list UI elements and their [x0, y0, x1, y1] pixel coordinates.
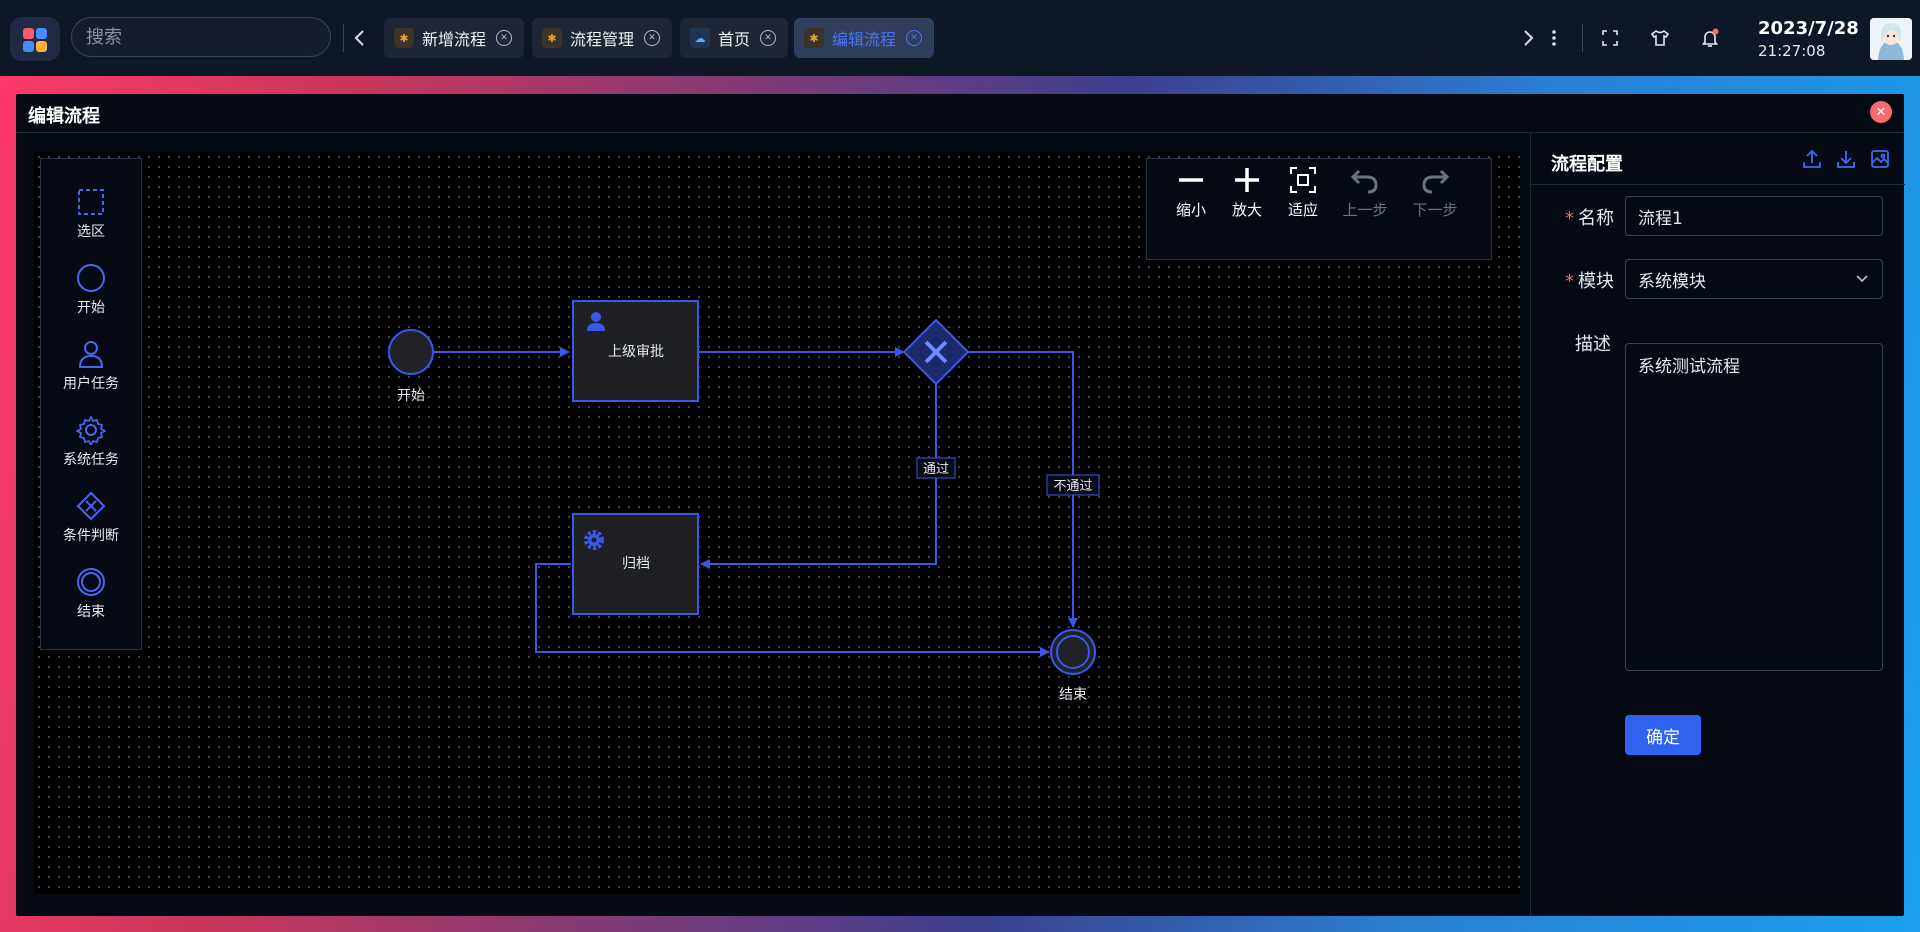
close-icon[interactable]: ✕ [760, 30, 777, 46]
app-logo[interactable] [10, 17, 60, 61]
tab-home[interactable]: ☁ 首页 ✕ [680, 18, 788, 58]
module-selected-value: 系统模块 [1638, 271, 1706, 292]
chevron-down-icon [1856, 275, 1868, 283]
download-icon[interactable] [1835, 148, 1857, 170]
divider [1531, 184, 1905, 185]
app-badge-icon: ✱ [542, 28, 562, 48]
app-badge-icon: ✱ [804, 28, 824, 48]
search-box[interactable] [71, 17, 358, 57]
tab-edit-flow[interactable]: ✱ 编辑流程 ✕ [794, 18, 934, 58]
user-task-label: 上级审批 [608, 344, 664, 360]
module-label: * 模块 [1565, 271, 1614, 292]
divider [343, 24, 344, 52]
fullscreen-button[interactable] [1596, 24, 1624, 52]
tab-new-flow[interactable]: ✱ 新增流程 ✕ [384, 18, 524, 58]
tabs-prev-button[interactable] [348, 22, 372, 54]
cloud-icon: ☁ [690, 28, 710, 48]
tab-flow-manage[interactable]: ✱ 流程管理 ✕ [532, 18, 672, 58]
dialog-close-button[interactable]: ✕ [1870, 101, 1892, 123]
fullscreen-icon [1602, 30, 1618, 46]
flow-diagram: 开始 上级审批 通过 不通过 归档 结束 [388, 300, 1100, 703]
top-bar: ✱ 新增流程 ✕ ✱ 流程管理 ✕ ☁ 首页 ✕ ✱ 编辑流程 ✕ 2023/7… [0, 0, 1920, 76]
search-input[interactable] [72, 18, 358, 56]
image-export-icon[interactable] [1869, 148, 1891, 170]
tabs-more-button[interactable] [1542, 22, 1566, 54]
tab-label: 流程管理 [570, 30, 635, 49]
close-icon[interactable]: ✕ [496, 30, 513, 46]
edit-flow-dialog: 编辑流程 ✕ 选区 开始 用户任务 系统任务 条件判断 结束 缩小 放大 适应 … [16, 94, 1905, 916]
chevron-right-icon [1524, 30, 1534, 46]
bell-icon [1701, 28, 1719, 47]
name-input[interactable]: 流程1 [1625, 196, 1883, 236]
pass-edge-label: 通过 [923, 462, 949, 477]
tab-label: 首页 [718, 30, 751, 49]
confirm-button[interactable]: 确定 [1625, 715, 1701, 755]
system-task-label: 归档 [622, 555, 650, 572]
module-select[interactable]: 系统模块 [1625, 259, 1883, 299]
notification-button[interactable] [1696, 24, 1724, 52]
divider [1582, 24, 1583, 52]
tabs-next-button[interactable] [1516, 22, 1540, 54]
app-badge-icon: ✱ [394, 28, 414, 48]
shirt-icon [1650, 30, 1670, 46]
config-title: 流程配置 [1551, 154, 1623, 175]
tab-label: 新增流程 [422, 30, 487, 49]
close-icon[interactable]: ✕ [906, 30, 923, 46]
close-icon: ✕ [1875, 104, 1887, 120]
description-textarea[interactable]: 系统测试流程 [1625, 343, 1883, 671]
start-node-label: 开始 [397, 388, 425, 404]
chevron-left-icon [354, 30, 364, 46]
upload-icon[interactable] [1801, 148, 1823, 170]
config-actions [1801, 148, 1891, 170]
start-node[interactable] [388, 329, 434, 375]
user-avatar-icon [1870, 18, 1912, 60]
reject-edge-label: 不通过 [1053, 479, 1092, 494]
current-time: 21:27:08 [1758, 42, 1826, 60]
end-node-label: 结束 [1059, 687, 1087, 703]
more-vertical-icon [1552, 30, 1556, 46]
current-date: 2023/7/28 [1758, 18, 1859, 39]
flow-config-panel: 流程配置 * 名称 流程1 * 模块 系统模块 描述 系统测试流程 确定 [1530, 132, 1905, 916]
description-label: 描述 [1575, 334, 1611, 355]
edge-gateway-pass[interactable] [700, 384, 937, 569]
close-icon[interactable]: ✕ [644, 30, 661, 46]
name-label: * 名称 [1565, 208, 1614, 229]
theme-button[interactable] [1646, 24, 1674, 52]
tab-label: 编辑流程 [832, 30, 897, 49]
avatar[interactable] [1870, 18, 1912, 60]
